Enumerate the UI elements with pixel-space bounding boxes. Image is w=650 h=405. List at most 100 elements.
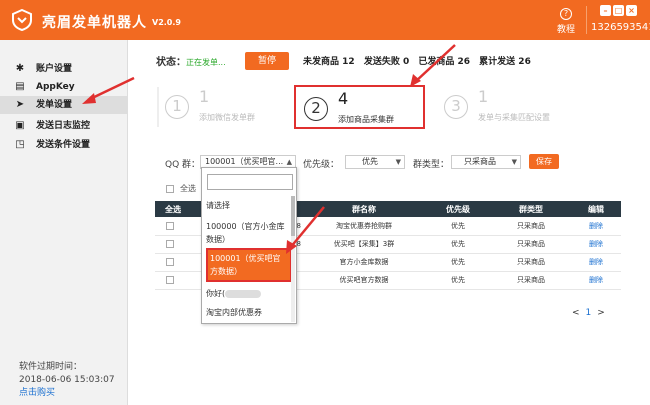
delete-link[interactable]: 删除 — [571, 271, 621, 290]
priority-select[interactable]: 优先 ▼ — [345, 155, 405, 169]
chevron-down-icon: ▼ — [511, 158, 517, 166]
select-all[interactable]: 全选 — [166, 183, 196, 194]
page-number[interactable]: 1 — [586, 308, 592, 318]
window-controls: – □ × — [598, 5, 637, 16]
help-button[interactable]: ? 教程 — [554, 8, 578, 35]
sidebar-item-log-monitor[interactable]: ▣ 发送日志监控 — [0, 117, 128, 135]
buy-link[interactable]: 点击购买 — [19, 387, 115, 400]
cell-priority: 优先 — [425, 253, 491, 272]
cell-priority: 优先 — [425, 217, 491, 236]
user-phone: 1326593541 — [591, 22, 650, 33]
step-label: 添加微信发单群 — [199, 113, 255, 122]
select-all-label: 全选 — [180, 184, 196, 193]
step-circle: 3 — [444, 95, 468, 119]
group-type-select[interactable]: 只采商品 ▼ — [451, 155, 521, 169]
next-page-button[interactable]: > — [597, 308, 605, 318]
sidebar-item-appkey[interactable]: ▤ AppKey — [0, 78, 128, 96]
minimize-icon[interactable]: – — [600, 5, 611, 16]
cell-group-type: 只采商品 — [491, 235, 571, 254]
priority-label: 优先级： — [303, 160, 340, 170]
app-title: 亮眉发单机器人 — [42, 15, 147, 31]
expire-info: 软件过期时间： 2018-06-06 15:03:07 点击购买 — [19, 361, 115, 400]
qq-group-label: QQ 群： — [165, 160, 201, 170]
sidebar-item-label: 发送日志监控 — [36, 121, 91, 131]
dropdown-scrollbar[interactable] — [291, 196, 295, 322]
sidebar: ✱ 账户设置 ▤ AppKey ➤ 发单设置 ▣ 发送日志监控 ◳ 发送条件设置 软件过期… — [0, 40, 128, 405]
row-checkbox[interactable] — [155, 217, 191, 236]
col-header-group-name: 群名称 — [303, 201, 425, 217]
title-separator — [586, 6, 587, 34]
send-counts: 未发商品 12 发送失败 0 已发商品 26 累计发送 26 — [303, 54, 537, 67]
col-header-select-all[interactable]: 全选 — [155, 201, 191, 217]
dropdown-option[interactable]: 淘宝内部优惠券 — [206, 306, 292, 319]
sidebar-item-send-settings[interactable]: ➤ 发单设置 — [0, 96, 128, 114]
dropdown-option-selected[interactable]: 100001（优买吧官方数据） — [206, 248, 292, 282]
expire-label: 软件过期时间： — [19, 362, 83, 372]
prev-page-button[interactable]: < — [572, 308, 580, 318]
select-all-checkbox[interactable] — [166, 184, 174, 193]
cell-group-name: 优买吧【采集】3群 — [303, 235, 425, 254]
expire-value: 2018-06-06 15:03:07 — [19, 375, 115, 385]
cell-group-type: 只采商品 — [491, 217, 571, 236]
cell-priority: 优先 — [425, 271, 491, 290]
help-label: 教程 — [556, 25, 575, 35]
title-bar: 亮眉发单机器人 V2.0.9 ? 教程 – □ × 1326593541 — [0, 0, 650, 40]
row-checkbox[interactable] — [155, 253, 191, 272]
close-icon[interactable]: × — [626, 5, 637, 16]
delete-link[interactable]: 删除 — [571, 217, 621, 236]
key-icon: ▤ — [15, 81, 25, 92]
app-version: V2.0.9 — [152, 18, 181, 27]
step-count: 1 — [478, 87, 489, 106]
count-unsent: 未发商品 12 — [303, 57, 355, 67]
help-icon: ? — [560, 8, 572, 20]
qq-group-value: 100001（优买吧官... — [205, 157, 284, 166]
sidebar-item-account[interactable]: ✱ 账户设置 — [0, 60, 128, 78]
maximize-icon[interactable]: □ — [613, 5, 624, 16]
step-circle: 2 — [304, 97, 328, 121]
count-sent: 已发商品 26 — [418, 57, 471, 67]
row-checkbox[interactable] — [155, 271, 191, 290]
gear-icon: ✱ — [15, 63, 25, 74]
option-label: 你好( — [206, 289, 226, 298]
step-divider — [157, 87, 159, 127]
step-circle: 1 — [165, 95, 189, 119]
conditions-icon: ◳ — [15, 139, 25, 150]
priority-value: 优先 — [362, 157, 378, 166]
cell-group-name: 官方小金库数据 — [303, 253, 425, 272]
step-count: 1 — [199, 87, 210, 106]
step-matching-settings[interactable]: 3 1 发单与采集匹配设置 — [436, 85, 561, 129]
group-type-value: 只采商品 — [464, 157, 496, 166]
scrollbar-thumb[interactable] — [291, 196, 295, 236]
dropdown-option[interactable]: 你好( — [206, 287, 292, 300]
save-button[interactable]: 保存 — [529, 154, 559, 169]
status-indicator: 状态：正在发单... — [156, 53, 226, 68]
cell-priority: 优先 — [425, 235, 491, 254]
dropdown-option[interactable]: 100000（官方小金库数据） — [206, 220, 292, 246]
delete-link[interactable]: 删除 — [571, 253, 621, 272]
sidebar-item-conditions[interactable]: ◳ 发送条件设置 — [0, 136, 128, 154]
group-type-label: 群类型： — [413, 160, 450, 170]
shield-logo-icon — [12, 9, 32, 31]
step-count: 4 — [338, 89, 349, 108]
chevron-down-icon: ▼ — [395, 158, 401, 166]
status-label: 状态： — [156, 57, 186, 68]
delete-link[interactable]: 删除 — [571, 235, 621, 254]
row-checkbox[interactable] — [155, 235, 191, 254]
sidebar-item-label: AppKey — [36, 82, 75, 92]
step-label: 添加商品采集群 — [338, 115, 394, 124]
step-collect-groups[interactable]: 2 4 添加商品采集群 — [294, 85, 425, 129]
step-wechat-groups[interactable]: 1 1 添加微信发单群 — [157, 85, 282, 129]
cell-group-type: 只采商品 — [491, 253, 571, 272]
count-total: 累计发送 26 — [479, 57, 531, 67]
pause-button[interactable]: 暂停 — [245, 52, 289, 70]
cell-group-name: 淘宝优惠券抢购群 — [303, 217, 425, 236]
dropdown-option[interactable]: 请选择 — [206, 199, 292, 212]
col-header-priority: 优先级 — [425, 201, 491, 217]
dropdown-search-input[interactable] — [207, 174, 293, 190]
monitor-icon: ▣ — [15, 120, 25, 131]
blurred-text — [225, 289, 262, 298]
qq-group-dropdown: 请选择 100000（官方小金库数据） 100001（优买吧官方数据） 你好( … — [201, 167, 297, 324]
status-value: 正在发单... — [186, 58, 226, 67]
sidebar-item-label: 账户设置 — [36, 64, 73, 74]
sidebar-item-label: 发单设置 — [36, 100, 73, 110]
